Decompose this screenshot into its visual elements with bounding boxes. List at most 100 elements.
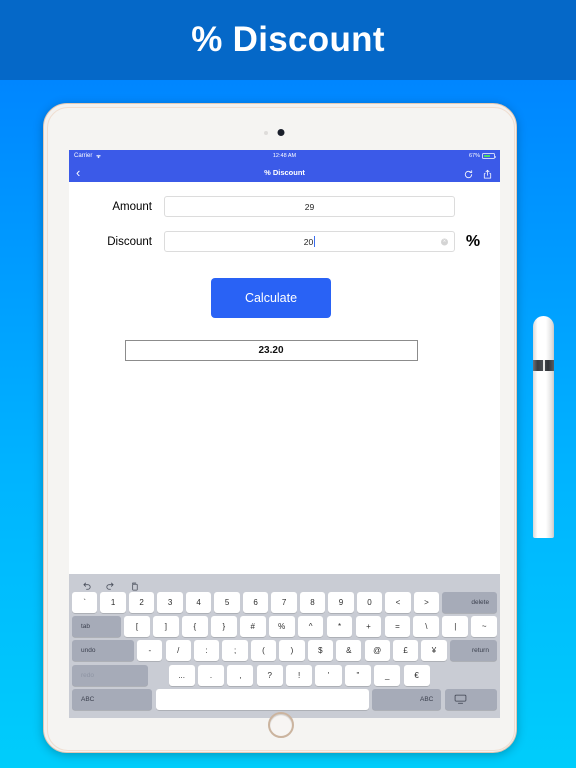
keyboard-key-#[interactable]: # (239, 616, 266, 638)
onscreen-keyboard: ` 1 2 3 4 5 6 7 8 9 0 < > delete tab[]{} #% ^ * + = \ | ~ undo -… (69, 574, 500, 718)
keyboard-key-<[interactable]: < (385, 592, 411, 613)
keyboard-key-¥[interactable]: ¥ (421, 640, 447, 662)
amount-value: 29 (304, 201, 315, 212)
calculate-button-wrap: Calculate (69, 278, 500, 318)
keyboard-key-|[interactable]: | (442, 616, 469, 638)
keyboard-key-+[interactable]: + (355, 616, 382, 638)
keyboard-key-^[interactable]: ^ (297, 616, 324, 638)
keyboard-key-*[interactable]: * (326, 616, 353, 638)
ipad-screen: Carrier 12:48 AM 67% ‹ % Discount Amount… (69, 150, 500, 718)
home-button[interactable] (268, 712, 294, 738)
keyboard-key-.[interactable]: . (197, 664, 225, 686)
keyboard-key-tab[interactable]: tab (72, 616, 121, 638)
amount-input[interactable]: 29 (164, 196, 455, 217)
keyboard-key-![interactable]: ! (286, 664, 313, 686)
keyboard-key-"[interactable]: " (344, 664, 371, 686)
back-chevron-icon[interactable]: ‹ (76, 166, 80, 179)
pencil-band-highlight (543, 360, 546, 371)
discount-input[interactable]: 20 × (164, 231, 455, 252)
apple-pencil (533, 316, 554, 538)
discount-label: Discount (107, 235, 152, 248)
keyboard-row: ABC ABC (72, 688, 497, 710)
keyboard-key-4[interactable]: 4 (185, 592, 212, 613)
keyboard-key-/[interactable]: / (165, 640, 191, 662)
keyboard-key-delete[interactable]: delete (442, 592, 498, 613)
keyboard-key-2[interactable]: 2 (128, 592, 155, 613)
keyboard-key-%[interactable]: % (268, 616, 295, 638)
status-bar-time: 12:48 AM (272, 153, 297, 159)
redo-icon[interactable] (105, 579, 116, 590)
keyboard-key-@[interactable]: @ (364, 640, 390, 662)
refresh-icon[interactable] (463, 167, 474, 178)
keyboard-row: undo - /:;() $ & @ £ ¥ return (72, 640, 497, 662)
keyboard-key-([interactable]: ( (250, 640, 277, 662)
wifi-icon (95, 153, 102, 159)
keyboard-key-ABC[interactable]: ABC (72, 688, 153, 710)
paste-icon[interactable] (129, 579, 140, 591)
keyboard-dismiss-icon[interactable] (444, 688, 497, 710)
keyboard-key-6[interactable]: 6 (242, 592, 269, 613)
keyboard-key-?[interactable]: ? (256, 664, 283, 686)
keyboard-key->[interactable]: > (413, 592, 440, 613)
amount-row: Amount 29 (69, 196, 500, 217)
amount-label: Amount (112, 200, 152, 213)
keyboard-key-~[interactable]: ~ (471, 616, 498, 638)
keyboard-key-_[interactable]: _ (374, 664, 401, 686)
keyboard-key-'[interactable]: ' (315, 664, 342, 686)
keyboard-key-7[interactable]: 7 (271, 592, 297, 613)
keyboard-key-ABC[interactable]: ABC (371, 688, 442, 710)
carrier-label: Carrier (74, 153, 93, 159)
app-content: Amount 29 Discount 20 × % Calculate 23.2… (69, 196, 500, 718)
discount-row: Discount 20 × % (69, 231, 500, 252)
battery-percent-label: 67% (468, 153, 480, 159)
keyboard-key-&[interactable]: & (336, 640, 362, 662)
keyboard-key-£[interactable]: £ (392, 640, 419, 662)
keyboard-key-9[interactable]: 9 (328, 592, 354, 613)
share-icon[interactable] (482, 167, 493, 179)
keyboard-key-`[interactable]: ` (72, 592, 98, 613)
discount-value: 20 (303, 236, 314, 247)
keyboard-key-{[interactable]: { (181, 616, 208, 638)
keyboard-key-3[interactable]: 3 (157, 592, 183, 613)
keyboard-key-0[interactable]: 0 (356, 592, 383, 613)
keyboard-key-;[interactable]: ; (222, 640, 248, 662)
text-cursor (314, 236, 316, 247)
keyboard-key-undo[interactable]: undo (72, 640, 134, 662)
keyboard-key-space[interactable] (155, 688, 369, 710)
keyboard-rows: ` 1 2 3 4 5 6 7 8 9 0 < > delete tab[]{} #% ^ * + = \ | ~ undo -… (72, 592, 498, 710)
percent-sign-label: % (465, 232, 481, 250)
keyboard-key-:[interactable]: : (194, 640, 220, 662)
keyboard-key-}[interactable]: } (210, 616, 237, 638)
status-bar-right: 67% (296, 153, 496, 159)
keyboard-key-][interactable]: ] (153, 616, 179, 638)
keyboard-toolbar (72, 576, 497, 592)
keyboard-key-,[interactable]: , (227, 664, 254, 686)
keyboard-key-=[interactable]: = (384, 616, 411, 638)
keyboard-key-spacer (151, 665, 165, 686)
keyboard-row: redo....,?! ' " _ € (72, 664, 497, 686)
nav-bar: ‹ % Discount (69, 162, 500, 182)
keyboard-key--[interactable]: - (137, 640, 163, 662)
keyboard-key-5[interactable]: 5 (214, 592, 240, 613)
ipad-device-frame: Carrier 12:48 AM 67% ‹ % Discount Amount… (43, 103, 517, 753)
status-bar: Carrier 12:48 AM 67% (69, 150, 500, 162)
keyboard-key-[[interactable]: [ (124, 616, 150, 638)
keyboard-key-return[interactable]: return (449, 640, 497, 662)
keyboard-key-$[interactable]: $ (307, 640, 333, 662)
keyboard-key-€[interactable]: € (403, 664, 430, 686)
keyboard-key-spacer (433, 665, 497, 686)
calculate-button[interactable]: Calculate (211, 278, 331, 318)
keyboard-key-1[interactable]: 1 (100, 592, 126, 613)
result-wrap: 23.20 (69, 340, 500, 361)
keyboard-key-redo[interactable]: redo (72, 664, 148, 686)
keyboard-key-8[interactable]: 8 (299, 592, 326, 613)
keyboard-key-...[interactable]: ... (168, 664, 195, 686)
camera-dot-icon (277, 129, 285, 136)
banner-title: % Discount (191, 20, 385, 59)
keyboard-key-\[interactable]: \ (413, 616, 440, 638)
keyboard-key-)[interactable]: ) (279, 640, 305, 662)
undo-icon[interactable] (81, 579, 92, 590)
result-field: 23.20 (124, 340, 418, 361)
ambient-sensor-icon (264, 131, 268, 135)
clear-circle-icon[interactable]: × (441, 238, 448, 245)
